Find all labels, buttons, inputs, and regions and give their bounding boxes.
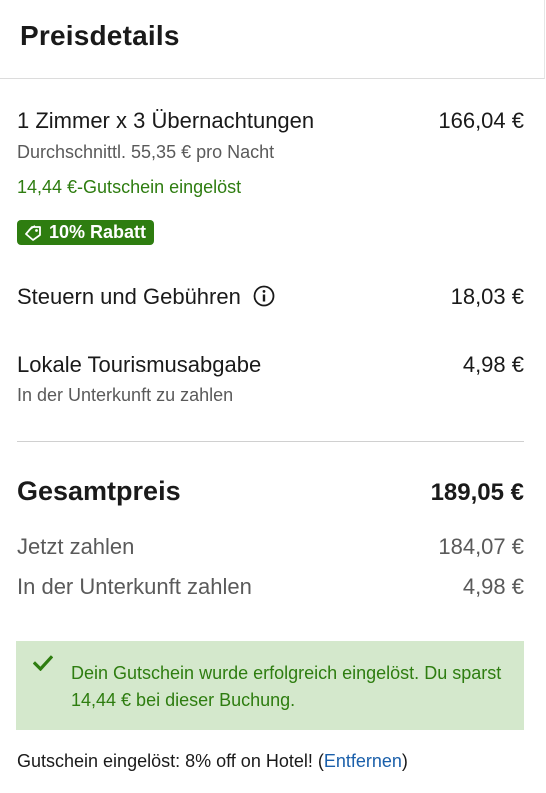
remove-voucher-link[interactable]: Entfernen (324, 751, 402, 771)
pay-property-amount: 4,98 € (462, 574, 524, 599)
footer-suffix: ) (401, 751, 408, 771)
pay-now-label: Jetzt zahlen (17, 534, 135, 559)
alert-message: Dein Gutschein wurde erfolgreich eingelö… (71, 663, 502, 710)
footer-prefix: Gutschein eingelöst: 8% off on Hotel! ( (17, 751, 324, 771)
checkmark-icon (33, 655, 53, 671)
tag-icon (25, 224, 41, 241)
total-row: Gesamtpreis 189,05 € (17, 476, 524, 507)
pay-property-row: In der Unterkunft zahlen 4,98 € (17, 574, 524, 600)
discount-badge-label: 10% Rabatt (49, 222, 147, 242)
taxes-label-wrap: Steuern und Gebühren (17, 284, 275, 310)
price-details-header: Preisdetails (0, 0, 545, 79)
tourism-amount: 4,98 € (462, 352, 524, 377)
voucher-footer: Gutschein eingelöst: 8% off on Hotel! (E… (17, 751, 408, 772)
page-title: Preisdetails (20, 20, 180, 51)
info-icon[interactable] (253, 285, 275, 307)
total-label: Gesamtpreis (17, 476, 181, 506)
tourism-row: Lokale Tourismusabgabe 4,98 € (17, 352, 524, 378)
discount-badge: 10% Rabatt (17, 220, 155, 245)
voucher-success-alert: Dein Gutschein wurde erfolgreich eingelö… (16, 641, 524, 730)
taxes-row: Steuern und Gebühren 18,03 € (17, 284, 524, 310)
rooms-row: 1 Zimmer x 3 Übernachtungen 166,04 € (17, 108, 524, 134)
divider (17, 441, 524, 442)
rooms-label: 1 Zimmer x 3 Übernachtungen (17, 108, 315, 133)
voucher-applied-text: 14,44 €-Gutschein eingelöst (17, 177, 242, 197)
rooms-amount: 166,04 € (438, 108, 524, 133)
taxes-amount: 18,03 € (450, 284, 524, 309)
total-amount: 189,05 € (430, 479, 524, 506)
tourism-label: Lokale Tourismusabgabe (17, 352, 262, 377)
pay-now-amount: 184,07 € (438, 534, 524, 559)
tourism-note: In der Unterkunft zu zahlen (17, 385, 234, 405)
pay-now-row: Jetzt zahlen 184,07 € (17, 534, 524, 560)
pay-property-label: In der Unterkunft zahlen (17, 574, 252, 599)
taxes-label: Steuern und Gebühren (17, 284, 241, 309)
average-per-night: Durchschnittl. 55,35 € pro Nacht (17, 142, 275, 162)
